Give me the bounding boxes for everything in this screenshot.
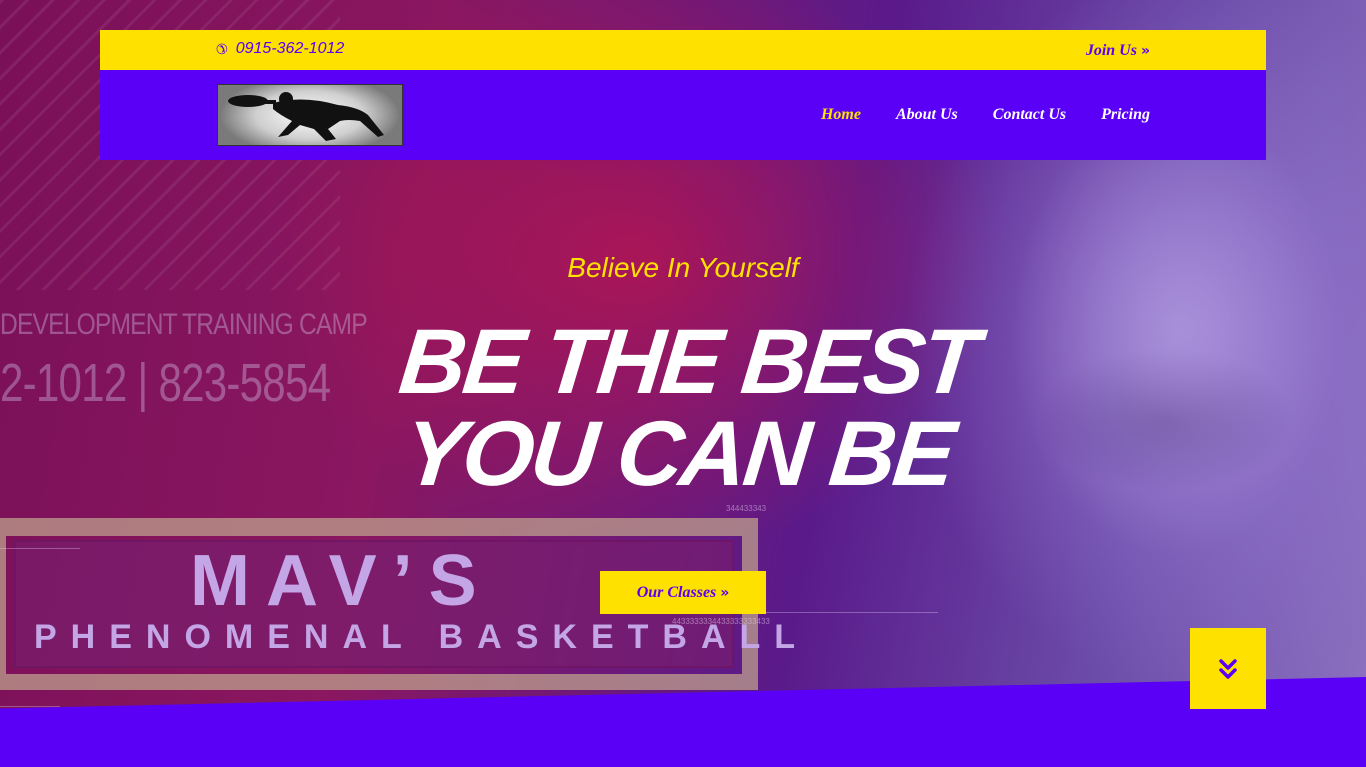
background-small-number: 344433343 [726,504,767,513]
phone-icon: ✆ [216,40,228,57]
nav-about-us[interactable]: About Us [896,106,958,124]
top-bar: ✆ 0915-362-1012 Join Us » [100,30,1266,70]
nav-contact-us[interactable]: Contact Us [993,106,1066,124]
background-brand-title: MAV’S [190,541,493,621]
join-us-link[interactable]: Join Us » [1086,42,1150,60]
nav-links: Home About Us Contact Us Pricing [821,106,1150,124]
basketball-player-silhouette-logo [228,92,384,141]
join-us-label: Join Us [1085,42,1137,59]
hero-headline-line-2: YOU CAN BE [398,403,958,505]
hero-headline: BE THE BEST YOU CAN BE [0,311,1366,505]
double-chevron-right-icon: » [1140,43,1150,59]
decorative-line [0,706,60,707]
double-chevron-right-icon: » [720,584,730,601]
nav-home[interactable]: Home [821,106,861,124]
phone-contact[interactable]: ✆ 0915-362-1012 [216,40,344,58]
scroll-down-button[interactable] [1190,628,1266,709]
background-small-number: 4433333334433333333433 [672,617,770,626]
decorative-line [0,548,80,549]
nav-pricing[interactable]: Pricing [1101,106,1150,124]
double-chevron-down-icon [1219,658,1237,679]
our-classes-label: Our Classes [636,583,717,601]
hero-tagline: Believe In Yourself [567,252,799,283]
site-logo[interactable] [217,84,403,146]
main-navigation-bar: Home About Us Contact Us Pricing [100,70,1266,160]
phone-number: 0915-362-1012 [235,40,345,57]
our-classes-button[interactable]: Our Classes » [600,571,766,614]
decorative-line [766,612,938,613]
hero-headline-line-1: BE THE BEST [394,311,981,413]
